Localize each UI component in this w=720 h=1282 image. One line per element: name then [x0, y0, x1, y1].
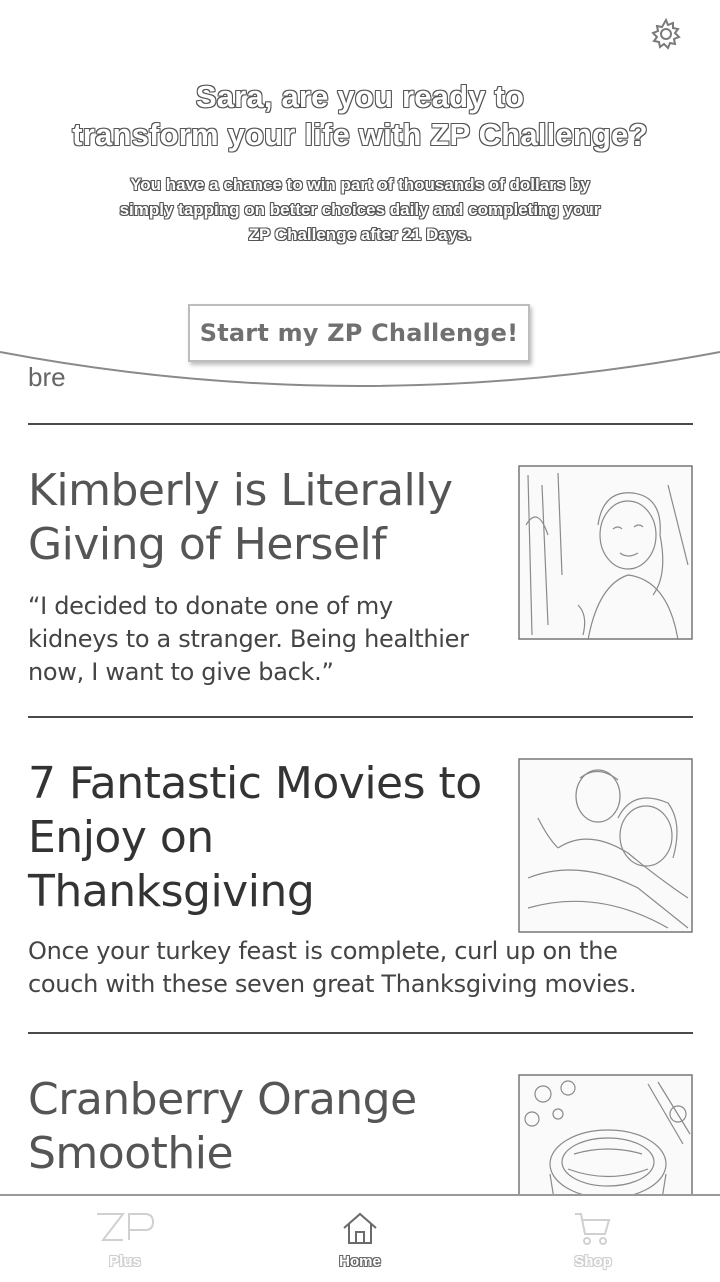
article-excerpt: Once your turkey feast is complete, curl… [28, 937, 637, 998]
banner-title: Sara, are you ready to transform your li… [72, 79, 648, 152]
cart-icon [575, 1213, 611, 1245]
divider [28, 716, 693, 718]
divider [28, 1032, 693, 1034]
bottom-navigation: Plus Home Shop [0, 1194, 720, 1282]
nav-item-home[interactable]: Home [300, 1210, 420, 1270]
nav-label: Shop [574, 1253, 612, 1270]
nav-item-shop[interactable]: Shop [533, 1210, 653, 1270]
article-thumbnail-woman[interactable] [518, 465, 693, 640]
gear-icon[interactable] [648, 16, 684, 52]
nav-label: Home [339, 1253, 381, 1270]
banner-subtitle: You have a chance to win part of thousan… [119, 175, 601, 244]
start-challenge-button[interactable]: Start my ZP Challenge! [188, 304, 530, 362]
nav-item-plus[interactable]: Plus [65, 1210, 185, 1270]
home-icon [343, 1212, 377, 1244]
article-thumbnail-smoothie[interactable] [518, 1074, 693, 1196]
zp-logo-icon [97, 1213, 155, 1241]
challenge-banner: Sara, are you ready to transform your li… [0, 0, 720, 400]
article-thumbnail-couple[interactable] [518, 758, 693, 933]
nav-label: Plus [109, 1253, 141, 1270]
divider [28, 423, 693, 425]
